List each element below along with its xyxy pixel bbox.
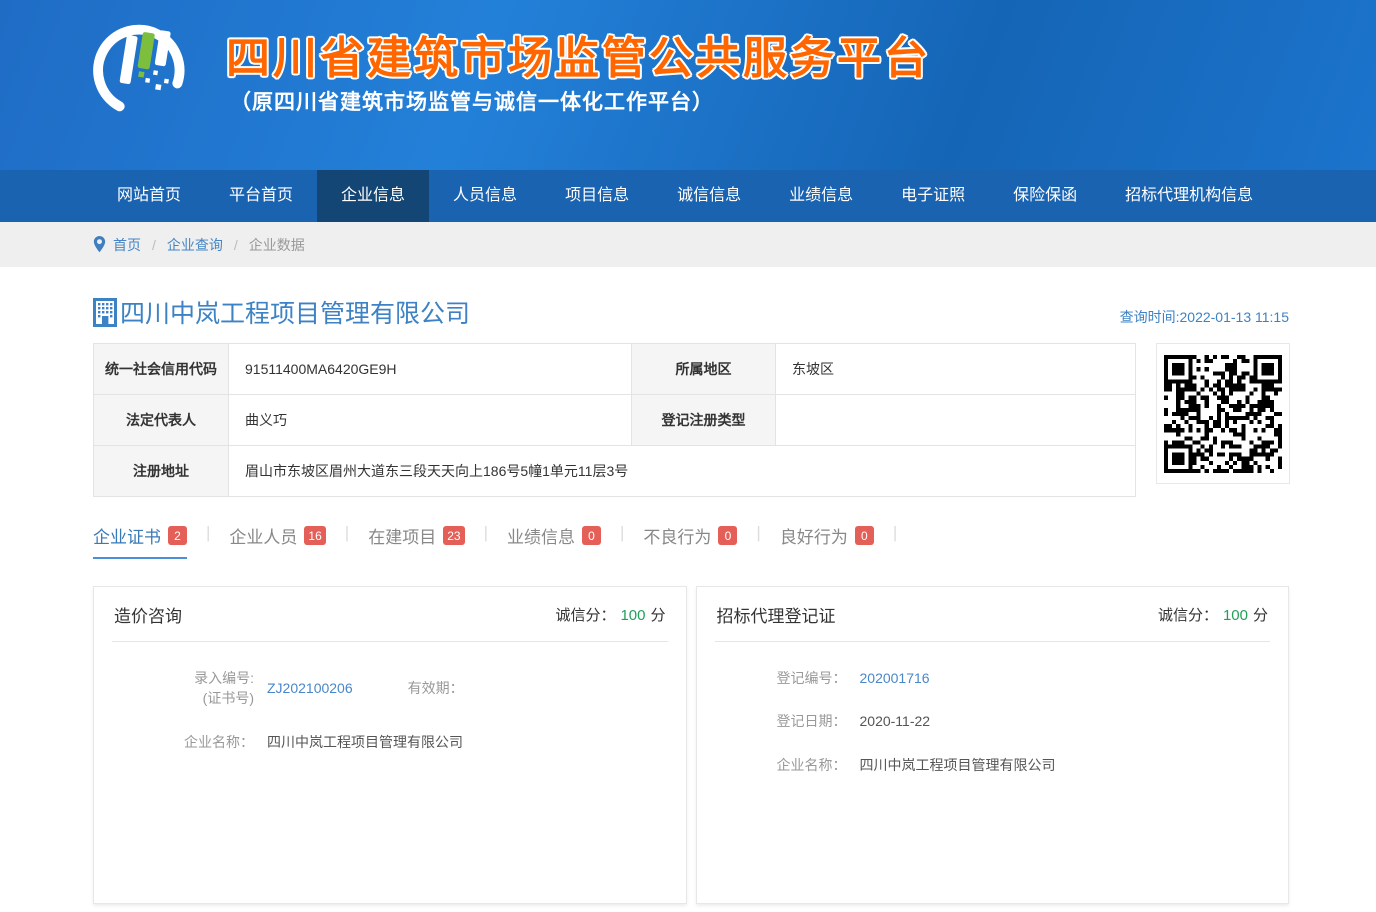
credit-score: 诚信分： 100 分 xyxy=(555,604,665,625)
detail-tabs: 企业证书 2 企业人员 16 在建项目 23 业绩信息 0 不良行为 0 良好行… xyxy=(93,523,1289,559)
table-row: 统一社会信用代码 91511400MA6420GE9H 所属地区 东坡区 xyxy=(94,344,1136,395)
tab-projects-in-progress[interactable]: 在建项目 23 xyxy=(368,523,464,559)
breadcrumb: 首页 / 企业查询 / 企业数据 xyxy=(0,222,1376,267)
field-label-registration-number: 登记编号： xyxy=(717,668,847,688)
nav-item-home[interactable]: 网站首页 xyxy=(93,170,205,222)
nav-item-platform-home[interactable]: 平台首页 xyxy=(205,170,317,222)
label-registered-address: 注册地址 xyxy=(94,446,229,497)
breadcrumb-enterprise-query[interactable]: 企业查询 xyxy=(167,235,223,255)
label-region: 所属地区 xyxy=(632,344,776,395)
nav-item-project-info[interactable]: 项目信息 xyxy=(541,170,653,222)
location-pin-icon xyxy=(93,236,106,253)
tab-separator xyxy=(345,523,349,543)
site-banner: 四川省建筑市场监管公共服务平台 （原四川省建筑市场监管与诚信一体化工作平台） xyxy=(0,0,1376,170)
tab-label: 企业人员 xyxy=(229,523,297,548)
tab-separator xyxy=(620,523,624,543)
tab-count-badge: 0 xyxy=(718,526,737,545)
tab-separator xyxy=(893,523,897,543)
credit-score-value: 100 xyxy=(1223,607,1248,624)
field-value-registration-date: 2020-11-22 xyxy=(860,713,931,729)
certificate-card-bidding-agency: 招标代理登记证 诚信分： 100 分 登记编号： 202001716 登记日期： 2… xyxy=(696,586,1290,904)
value-registration-type xyxy=(776,395,1136,446)
tab-count-badge: 23 xyxy=(443,526,464,545)
company-title: 四川中岚工程项目管理有限公司 xyxy=(93,294,470,330)
main-nav: 网站首页 平台首页 企业信息 人员信息 项目信息 诚信信息 业绩信息 电子证照 … xyxy=(0,170,1376,222)
breadcrumb-separator: / xyxy=(234,237,238,253)
credit-score-label: 诚信分： xyxy=(1158,607,1218,624)
label-registration-type: 登记注册类型 xyxy=(632,395,776,446)
nav-item-bidding-agency[interactable]: 招标代理机构信息 xyxy=(1101,170,1277,222)
value-region: 东坡区 xyxy=(776,344,1136,395)
tab-separator xyxy=(484,523,488,543)
field-label-validity: 有效期： xyxy=(408,678,464,698)
tab-label: 企业证书 xyxy=(93,523,161,548)
credit-score-value: 100 xyxy=(620,607,645,624)
label-credit-code: 统一社会信用代码 xyxy=(94,344,229,395)
certificate-number-link[interactable]: ZJ202100206 xyxy=(267,680,353,696)
tab-bad-behavior[interactable]: 不良行为 0 xyxy=(643,523,737,559)
field-label-enterprise-name: 企业名称： xyxy=(114,732,254,752)
breadcrumb-current: 企业数据 xyxy=(249,235,305,255)
site-title: 四川省建筑市场监管公共服务平台 xyxy=(226,22,931,86)
nav-item-performance-info[interactable]: 业绩信息 xyxy=(765,170,877,222)
tab-count-badge: 2 xyxy=(168,526,187,545)
site-logo-icon xyxy=(86,10,196,122)
company-info-table: 统一社会信用代码 91511400MA6420GE9H 所属地区 东坡区 法定代… xyxy=(93,343,1136,497)
value-credit-code: 91511400MA6420GE9H xyxy=(229,344,632,395)
tab-label: 良好行为 xyxy=(780,523,848,548)
card-title: 造价咨询 xyxy=(114,602,182,627)
breadcrumb-separator: / xyxy=(152,237,156,253)
tab-count-badge: 0 xyxy=(582,526,601,545)
qr-code xyxy=(1156,343,1290,484)
credit-score-unit: 分 xyxy=(1253,607,1268,624)
nav-item-e-certificate[interactable]: 电子证照 xyxy=(877,170,989,222)
certificate-card-cost-consulting: 造价咨询 诚信分： 100 分 录入编号:(证书号) ZJ202100206 有效期… xyxy=(93,586,687,904)
tab-count-badge: 0 xyxy=(855,526,874,545)
field-label-entry-number: 录入编号:(证书号) xyxy=(114,668,254,709)
tab-count-badge: 16 xyxy=(304,526,325,545)
field-label-enterprise-name: 企业名称： xyxy=(717,755,847,775)
table-row: 注册地址 眉山市东坡区眉州大道东三段天天向上186号5幢1单元11层3号 xyxy=(94,446,1136,497)
field-value-enterprise-name: 四川中岚工程项目管理有限公司 xyxy=(267,732,463,752)
tab-label: 业绩信息 xyxy=(507,523,575,548)
field-value-enterprise-name: 四川中岚工程项目管理有限公司 xyxy=(860,755,1056,775)
credit-score-unit: 分 xyxy=(650,607,665,624)
table-row: 法定代表人 曲义巧 登记注册类型 xyxy=(94,395,1136,446)
tab-separator xyxy=(756,523,760,543)
nav-item-enterprise-info[interactable]: 企业信息 xyxy=(317,170,429,222)
tab-label: 在建项目 xyxy=(368,523,436,548)
query-time: 查询时间:2022-01-13 11:15 xyxy=(1120,307,1289,330)
nav-item-credit-info[interactable]: 诚信信息 xyxy=(653,170,765,222)
field-label-registration-date: 登记日期： xyxy=(717,711,847,731)
building-icon xyxy=(93,298,117,327)
tab-good-behavior[interactable]: 良好行为 0 xyxy=(780,523,874,559)
registration-number-link[interactable]: 202001716 xyxy=(860,670,930,686)
company-name: 四川中岚工程项目管理有限公司 xyxy=(120,294,470,330)
value-registered-address: 眉山市东坡区眉州大道东三段天天向上186号5幢1单元11层3号 xyxy=(229,446,1136,497)
tab-separator xyxy=(206,523,210,543)
label-legal-representative: 法定代表人 xyxy=(94,395,229,446)
nav-item-insurance[interactable]: 保险保函 xyxy=(989,170,1101,222)
card-title: 招标代理登记证 xyxy=(717,602,836,627)
nav-item-personnel-info[interactable]: 人员信息 xyxy=(429,170,541,222)
breadcrumb-home[interactable]: 首页 xyxy=(113,235,141,255)
credit-score-label: 诚信分： xyxy=(555,607,615,624)
tab-enterprise-certificates[interactable]: 企业证书 2 xyxy=(93,523,187,559)
value-legal-representative: 曲义巧 xyxy=(229,395,632,446)
site-subtitle: （原四川省建筑市场监管与诚信一体化工作平台） xyxy=(230,86,714,116)
credit-score: 诚信分： 100 分 xyxy=(1158,604,1268,625)
tab-label: 不良行为 xyxy=(643,523,711,548)
tab-performance-info[interactable]: 业绩信息 0 xyxy=(507,523,601,559)
tab-enterprise-personnel[interactable]: 企业人员 16 xyxy=(229,523,325,559)
